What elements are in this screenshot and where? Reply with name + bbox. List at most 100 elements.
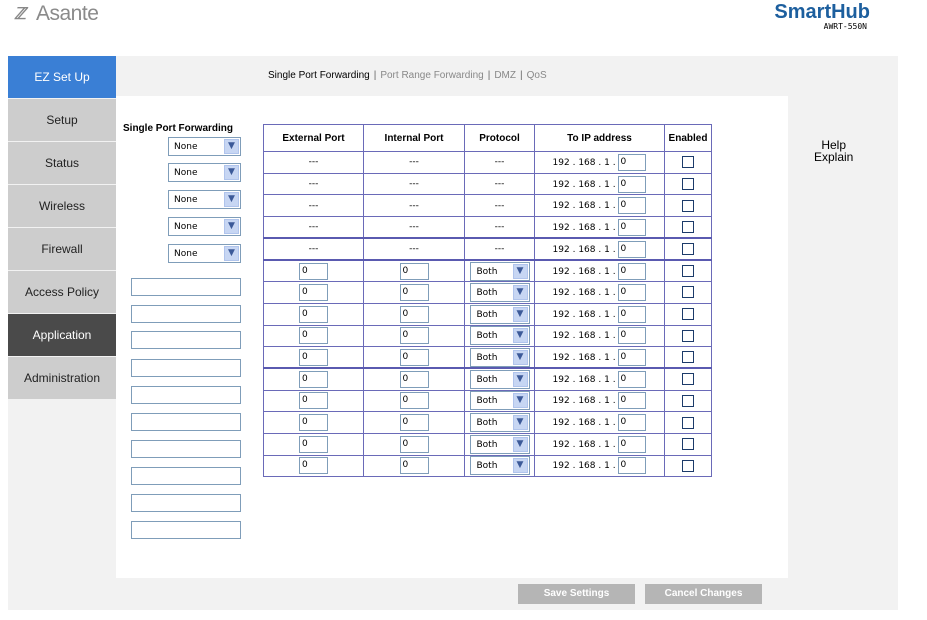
internal-port-input[interactable]: 0 [399, 283, 429, 301]
tab-port-range-forwarding[interactable]: Port Range Forwarding [380, 70, 483, 81]
application-name-input[interactable] [131, 440, 241, 458]
ip-last-octet-input[interactable]: 0 [618, 240, 647, 258]
ip-last-octet-input[interactable]: 0 [618, 175, 647, 193]
internal-port-input[interactable]: 0 [399, 414, 429, 432]
application-name-input[interactable] [131, 278, 241, 296]
internal-port-input[interactable]: 0 [399, 348, 429, 366]
tab-single-port-forwarding[interactable]: Single Port Forwarding [268, 70, 370, 81]
nav-wireless[interactable]: Wireless [8, 185, 116, 228]
application-select[interactable]: None ▼ [168, 137, 241, 156]
application-name-input[interactable] [131, 331, 241, 349]
nav-application[interactable]: Application [8, 314, 116, 357]
external-port-input[interactable]: 0 [299, 414, 328, 432]
nav-setup[interactable]: Setup [8, 99, 116, 142]
external-port-input[interactable]: 0 [299, 348, 328, 366]
external-port-input[interactable]: 0 [299, 457, 328, 475]
enabled-checkbox[interactable] [682, 459, 694, 472]
enabled-cell [664, 346, 712, 369]
enabled-checkbox[interactable] [682, 394, 694, 407]
application-name-input[interactable] [131, 305, 241, 323]
port-cell: 0 [363, 389, 465, 413]
ip-last-octet-input[interactable]: 0 [618, 370, 647, 388]
ip-address-cell: 192 . 168 . 1 . 0 [534, 281, 665, 304]
internal-port-input[interactable]: 0 [399, 457, 429, 475]
internal-port-input[interactable]: 0 [399, 435, 429, 453]
application-name-input[interactable] [131, 359, 241, 377]
protocol-select[interactable]: Both ▼ [469, 456, 530, 476]
ip-last-octet-input[interactable]: 0 [618, 435, 647, 453]
ip-last-octet-input[interactable]: 0 [618, 414, 647, 432]
ip-last-octet-input[interactable]: 0 [618, 197, 647, 215]
explain-link[interactable]: Explain [814, 151, 853, 163]
protocol-select[interactable]: Both ▼ [469, 326, 530, 346]
external-port-input[interactable]: 0 [299, 305, 328, 323]
internal-port-input[interactable]: 0 [399, 327, 429, 345]
protocol-select[interactable]: Both ▼ [469, 347, 530, 367]
port-cell: 0 [363, 324, 465, 348]
internal-port-input[interactable]: 0 [399, 262, 429, 280]
protocol-select[interactable]: Both ▼ [469, 282, 530, 302]
enabled-checkbox[interactable] [682, 373, 694, 386]
application-select[interactable]: None ▼ [168, 163, 241, 182]
tab-qos[interactable]: QoS [527, 70, 547, 81]
external-port-input[interactable]: 0 [299, 370, 328, 388]
application-select[interactable]: None ▼ [168, 190, 241, 209]
external-port-input[interactable]: 0 [299, 392, 328, 410]
nav-ez-setup[interactable]: EZ Set Up [8, 56, 116, 99]
enabled-checkbox[interactable] [682, 243, 694, 256]
port-cell: 0 [263, 367, 364, 391]
application-name-input[interactable] [131, 413, 241, 431]
save-settings-button[interactable]: Save Settings [518, 584, 635, 604]
protocol-select[interactable]: Both ▼ [469, 369, 530, 389]
ip-address: 192 . 168 . 1 . 0 [553, 348, 647, 366]
enabled-checkbox[interactable] [682, 178, 694, 191]
enabled-checkbox[interactable] [682, 199, 694, 212]
protocol-select[interactable]: Both ▼ [469, 413, 530, 433]
ip-last-octet-input[interactable]: 0 [618, 218, 647, 236]
subnav-separator: | [487, 70, 491, 81]
enabled-checkbox[interactable] [682, 308, 694, 321]
ip-address: 192 . 168 . 1 . 0 [553, 392, 647, 410]
enabled-checkbox[interactable] [682, 416, 694, 429]
enabled-checkbox[interactable] [682, 156, 694, 169]
application-name-input[interactable] [131, 521, 241, 539]
nav-firewall[interactable]: Firewall [8, 228, 116, 271]
ip-last-octet-input[interactable]: 0 [618, 262, 647, 280]
cancel-changes-button[interactable]: Cancel Changes [645, 584, 762, 604]
ip-last-octet-input[interactable]: 0 [618, 457, 647, 475]
ip-last-octet-input[interactable]: 0 [618, 348, 647, 366]
internal-port-input[interactable]: 0 [399, 392, 429, 410]
enabled-checkbox[interactable] [682, 329, 694, 342]
protocol-select[interactable]: Both ▼ [469, 261, 530, 281]
nav-administration[interactable]: Administration [8, 357, 116, 400]
internal-port-input[interactable]: 0 [399, 305, 429, 323]
nav-status[interactable]: Status [8, 142, 116, 185]
enabled-checkbox[interactable] [682, 438, 694, 451]
ip-last-octet-input[interactable]: 0 [618, 327, 647, 345]
application-name-input[interactable] [131, 467, 241, 485]
enabled-checkbox[interactable] [682, 221, 694, 234]
internal-port-input[interactable]: 0 [399, 370, 429, 388]
application-select[interactable]: None ▼ [168, 217, 241, 236]
application-name-input[interactable] [131, 386, 241, 404]
ip-address-cell: 192 . 168 . 1 . 0 [534, 411, 665, 434]
external-port-input[interactable]: 0 [299, 327, 328, 345]
nav-access-policy[interactable]: Access Policy [8, 271, 116, 314]
application-name-input[interactable] [131, 494, 241, 512]
tab-dmz[interactable]: DMZ [494, 70, 516, 81]
enabled-cell [664, 411, 712, 434]
enabled-checkbox[interactable] [682, 265, 694, 278]
ip-last-octet-input[interactable]: 0 [618, 305, 647, 323]
ip-last-octet-input[interactable]: 0 [618, 283, 647, 301]
external-port-input[interactable]: 0 [299, 262, 328, 280]
protocol-select[interactable]: Both ▼ [469, 391, 530, 411]
enabled-checkbox[interactable] [682, 286, 694, 299]
enabled-checkbox[interactable] [682, 351, 694, 364]
ip-last-octet-input[interactable]: 0 [618, 153, 647, 171]
ip-last-octet-input[interactable]: 0 [618, 392, 647, 410]
protocol-select[interactable]: Both ▼ [469, 434, 530, 454]
protocol-select[interactable]: Both ▼ [469, 304, 530, 324]
external-port-input[interactable]: 0 [299, 283, 328, 301]
application-select[interactable]: None ▼ [168, 244, 241, 263]
external-port-input[interactable]: 0 [299, 435, 328, 453]
